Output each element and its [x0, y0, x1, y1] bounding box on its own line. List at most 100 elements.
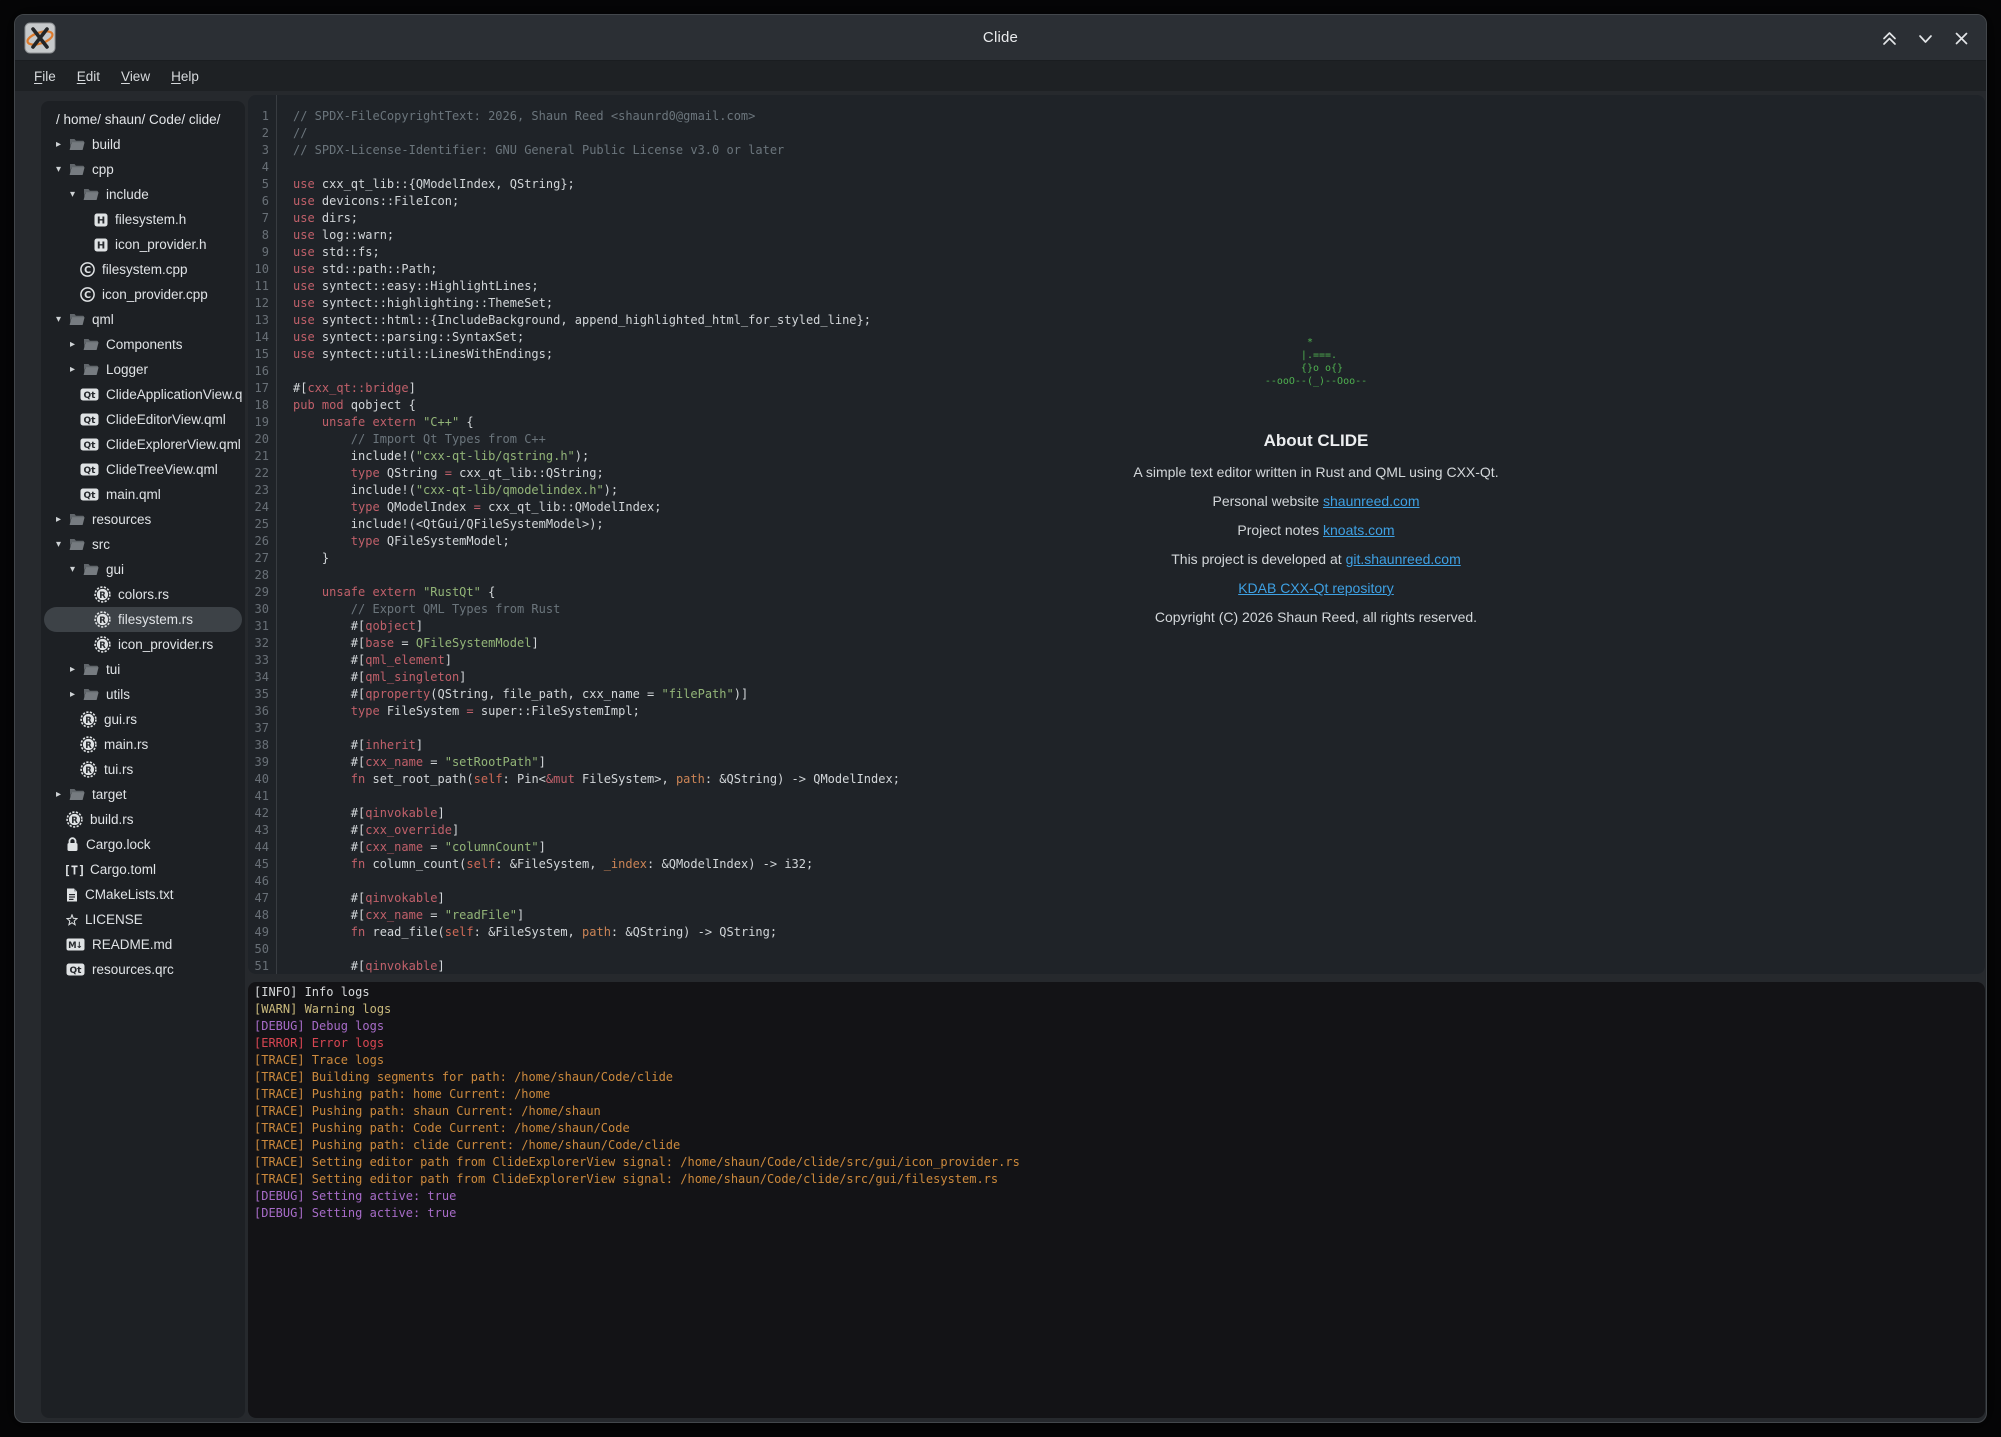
chevron-right-icon[interactable]: ▸ [56, 514, 69, 525]
log-console[interactable]: [INFO] Info logs[WARN] Warning logs[DEBU… [248, 982, 1985, 1418]
code-line: 40 fn set_root_path(self: Pin<&mut FileS… [248, 771, 1985, 788]
tree-item-gui[interactable]: ▾gui [44, 557, 242, 582]
menu-help[interactable]: Help [165, 66, 205, 87]
log-line-info: [INFO] Info logs [254, 984, 1979, 1001]
tree-item-qml[interactable]: ▾qml [44, 307, 242, 332]
tree-item-label: icon_provider.cpp [102, 287, 208, 302]
code-text: use std::path::Path; [269, 261, 438, 278]
close-button[interactable] [1950, 27, 1972, 49]
link-kdab-cxx-qt-repository[interactable]: KDAB CXX-Qt repository [1238, 580, 1394, 596]
chevron-right-icon[interactable]: ▸ [70, 689, 83, 700]
tree-item-label: LICENSE [85, 912, 143, 927]
chevron-right-icon[interactable]: ▸ [56, 139, 69, 150]
folder-icon [69, 313, 85, 326]
tree-item-cargo-toml[interactable]: [T]Cargo.toml [44, 857, 242, 882]
about-row: Personal website shaunreed.com [1116, 493, 1516, 509]
minimize-button[interactable] [1914, 27, 1936, 49]
tree-item-include[interactable]: ▾include [44, 182, 242, 207]
tree-item-target[interactable]: ▸target [44, 782, 242, 807]
tree-item-readme-md[interactable]: M↓README.md [44, 932, 242, 957]
chevron-right-icon[interactable]: ▸ [70, 339, 83, 350]
tree-item-label: tui [106, 662, 120, 677]
title-bar[interactable]: Clide [15, 15, 1986, 61]
tree-item-cmakelists-txt[interactable]: CMakeLists.txt [44, 882, 242, 907]
code-editor[interactable]: 1// SPDX-FileCopyrightText: 2026, Shaun … [248, 95, 1985, 974]
log-line-trace: [TRACE] Pushing path: shaun Current: /ho… [254, 1103, 1979, 1120]
tree-item-cargo-lock[interactable]: Cargo.lock [44, 832, 242, 857]
svg-text:H: H [97, 240, 105, 251]
chevron-down-icon[interactable]: ▾ [56, 314, 69, 325]
tree-item-icon-provider-rs[interactable]: Ricon_provider.rs [44, 632, 242, 657]
chevron-down-icon[interactable]: ▾ [56, 539, 69, 550]
about-row: A simple text editor written in Rust and… [1116, 464, 1516, 480]
tree-item-label: utils [106, 687, 130, 702]
tree-item-resources[interactable]: ▸resources [44, 507, 242, 532]
tree-item-clidetreeview-qml[interactable]: QtClideTreeView.qml [44, 457, 242, 482]
chevron-down-icon[interactable]: ▾ [70, 564, 83, 575]
link-git-shaunreed-com[interactable]: git.shaunreed.com [1346, 551, 1461, 567]
line-number: 14 [248, 329, 269, 346]
tree-item-cpp[interactable]: ▾ cpp [44, 157, 242, 182]
tree-item-components[interactable]: ▸Components [44, 332, 242, 357]
tree-item-label: icon_provider.rs [118, 637, 213, 652]
code-line: 11use syntect::easy::HighlightLines; [248, 278, 1985, 295]
chevron-down-icon[interactable]: ▾ [56, 164, 69, 175]
tree-item-clideeditorview-qml[interactable]: QtClideEditorView.qml [44, 407, 242, 432]
line-number: 19 [248, 414, 269, 431]
svg-text:R: R [99, 616, 106, 626]
chevron-right-icon[interactable]: ▸ [70, 664, 83, 675]
svg-text:Qt: Qt [84, 416, 97, 426]
code-text: // Import Qt Types from C++ [269, 431, 546, 448]
log-line-trace: [TRACE] Pushing path: Code Current: /hom… [254, 1120, 1979, 1137]
tree-item-clideapplicationview-qml[interactable]: QtClideApplicationView.qml [44, 382, 242, 407]
line-number: 7 [248, 210, 269, 227]
line-number: 33 [248, 652, 269, 669]
text-file-icon [66, 888, 78, 902]
code-text [269, 941, 293, 958]
tree-item-license[interactable]: LICENSE [44, 907, 242, 932]
line-number: 50 [248, 941, 269, 958]
tree-item-build[interactable]: ▸build [44, 132, 242, 157]
tree-item-filesystem-cpp[interactable]: Cfilesystem.cpp [44, 257, 242, 282]
tree-item-tui-rs[interactable]: Rtui.rs [44, 757, 242, 782]
tree-item-resources-qrc[interactable]: Qtresources.qrc [44, 957, 242, 982]
tree-item-build-rs[interactable]: Rbuild.rs [44, 807, 242, 832]
tree-item-filesystem-h[interactable]: Hfilesystem.h [44, 207, 242, 232]
line-number: 35 [248, 686, 269, 703]
tree-item-utils[interactable]: ▸ utils [44, 682, 242, 707]
tree-item-clideexplorerview-qml[interactable]: QtClideExplorerView.qml [44, 432, 242, 457]
line-number: 28 [248, 567, 269, 584]
code-text: #[qobject] [269, 618, 423, 635]
qt-file-icon: Qt [80, 463, 99, 476]
code-text: #[inherit] [269, 737, 423, 754]
menu-file[interactable]: File [28, 66, 62, 87]
link-knoats-com[interactable]: knoats.com [1323, 522, 1395, 538]
tree-item-icon-provider-h[interactable]: Hicon_provider.h [44, 232, 242, 257]
menu-edit[interactable]: Edit [71, 66, 106, 87]
chevron-right-icon[interactable]: ▸ [56, 789, 69, 800]
tree-item-tui[interactable]: ▸ tui [44, 657, 242, 682]
tree-item-main-qml[interactable]: Qtmain.qml [44, 482, 242, 507]
splitter-handle[interactable] [248, 974, 1985, 982]
line-number: 9 [248, 244, 269, 261]
line-number: 17 [248, 380, 269, 397]
about-row: KDAB CXX-Qt repository [1116, 580, 1516, 596]
tree-item-logger[interactable]: ▸Logger [44, 357, 242, 382]
menu-view[interactable]: View [115, 66, 156, 87]
maximize-button[interactable] [1878, 27, 1900, 49]
tree-item-gui-rs[interactable]: Rgui.rs [44, 707, 242, 732]
tree-item-label: cpp [92, 162, 114, 177]
tree-item-src[interactable]: ▾src [44, 532, 242, 557]
tree-item-colors-rs[interactable]: Rcolors.rs [44, 582, 242, 607]
chevron-right-icon[interactable]: ▸ [70, 364, 83, 375]
clide-ascii-logo: * |.===. {}o o{} --ooO--(_)--Ooo-- [1265, 336, 1367, 388]
tree-item-main-rs[interactable]: Rmain.rs [44, 732, 242, 757]
line-number: 42 [248, 805, 269, 822]
code-text [269, 363, 293, 380]
tree-item-icon-provider-cpp[interactable]: Cicon_provider.cpp [44, 282, 242, 307]
chevron-down-icon[interactable]: ▾ [70, 189, 83, 200]
line-number: 10 [248, 261, 269, 278]
tree-item-filesystem-rs[interactable]: Rfilesystem.rs [44, 607, 242, 632]
tree-item-label: icon_provider.h [115, 237, 207, 252]
link-shaunreed-com[interactable]: shaunreed.com [1323, 493, 1420, 509]
